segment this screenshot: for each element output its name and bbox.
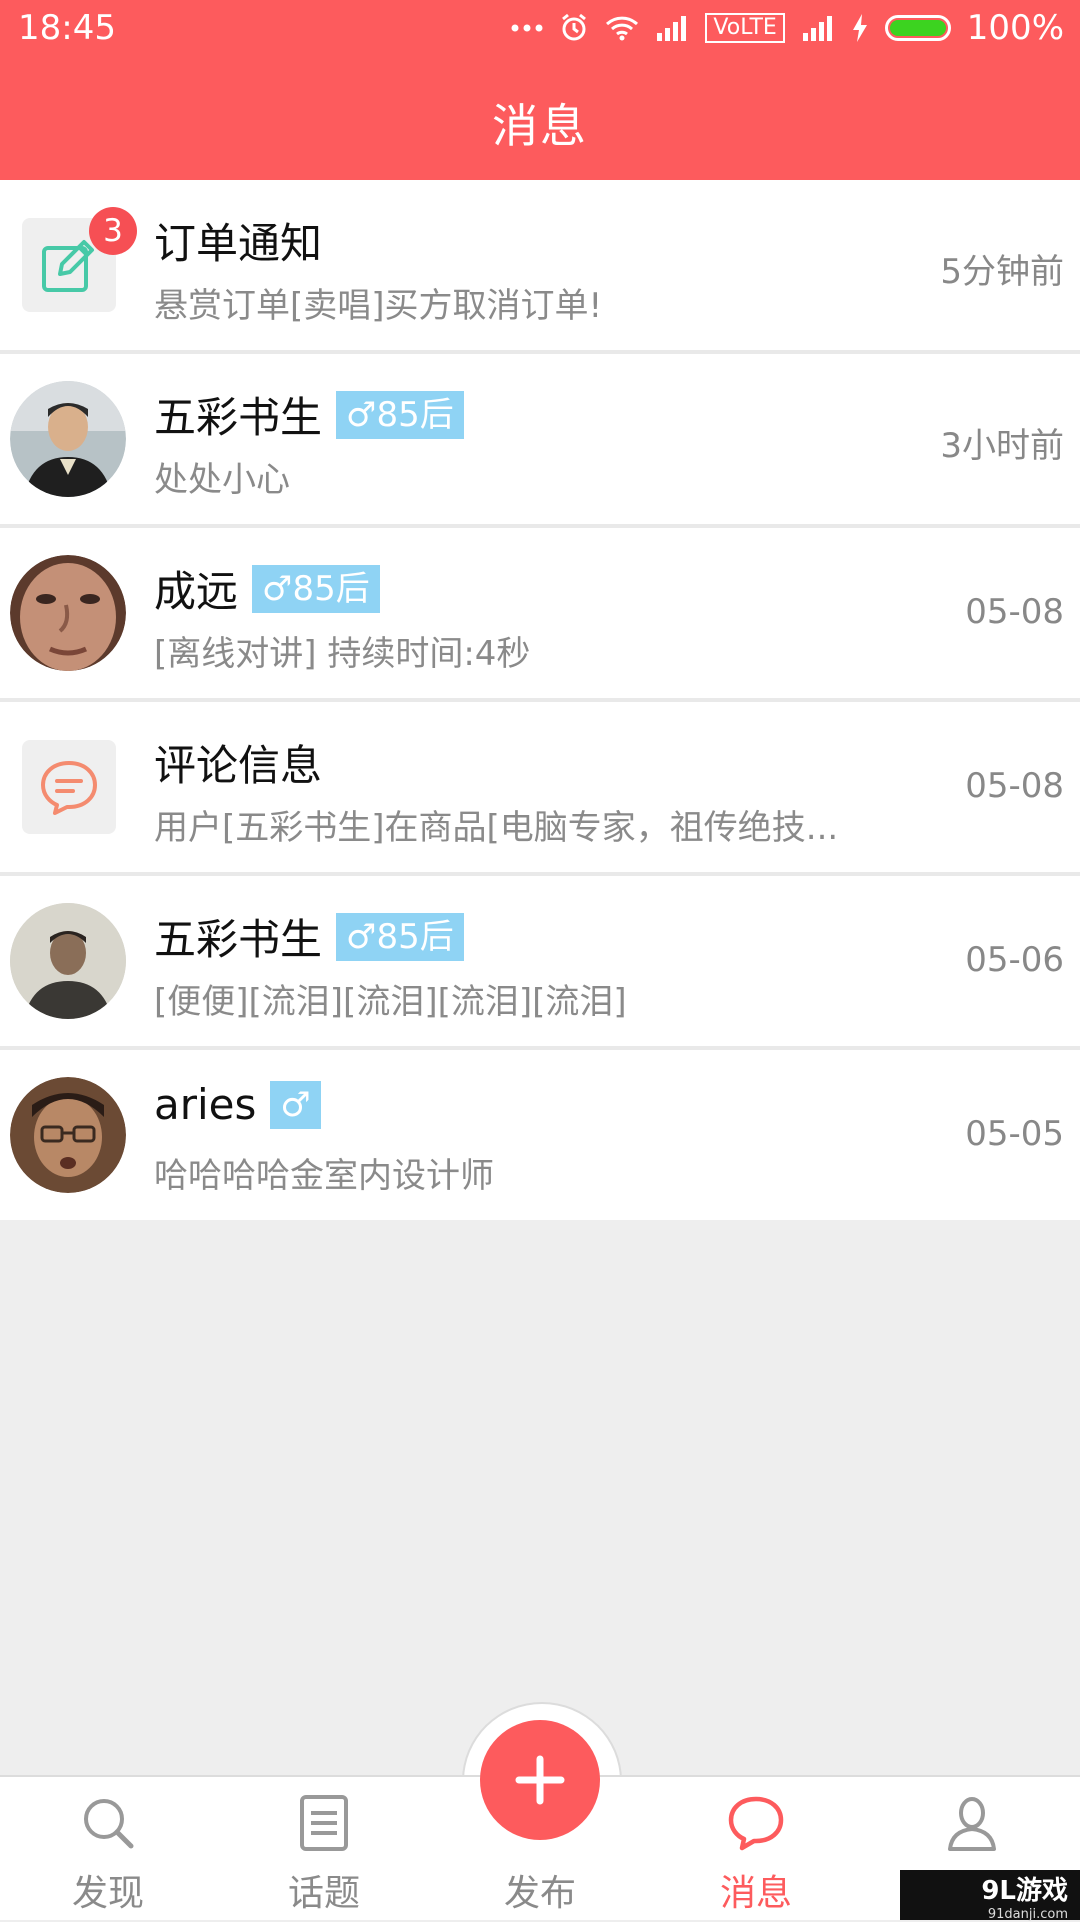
message-time: 05-06 [965,940,1064,980]
signal-icon [655,15,689,41]
watermark-brand: 9L游戏 [981,1876,1068,1906]
message-preview: 用户[五彩书生]在商品[电脑专家，祖传绝技... [154,808,839,848]
message-preview: 处处小心 [154,460,290,500]
avatar-photo [10,903,126,1019]
nav-label: 发现 [71,1873,144,1914]
message-time: 05-05 [965,1114,1064,1154]
top-bar: 18:45 VoLTE 100% 消息 [0,0,1080,180]
nav-label: 话题 [287,1873,360,1914]
message-title: aries [154,1080,257,1129]
edit-icon [42,240,94,292]
avatar[interactable] [10,555,126,671]
gender-tag: ♂ [270,1080,321,1129]
avatar[interactable] [10,1077,126,1193]
watermark-logo: 9L游戏 91danji.com [900,1870,1080,1922]
person-icon [948,1797,996,1851]
message-row-user[interactable]: 五彩书生 ♂85后 处处小心 3小时前 [0,354,1080,528]
status-icons: VoLTE 100% [511,8,1064,48]
message-list: 3 订单通知 悬赏订单[卖唱]买方取消订单! 5分钟前 五彩书生 ♂85后 处处… [0,180,1080,1220]
nav-label: 消息 [719,1873,792,1914]
wifi-icon [605,15,639,41]
nav-topics[interactable]: 话题 [216,1777,432,1920]
nav-discover[interactable]: 发现 [0,1777,216,1920]
message-title: 成远 [154,567,239,616]
plus-icon [515,1755,565,1805]
status-time: 18:45 [18,8,116,48]
message-row-order-notice[interactable]: 3 订单通知 悬赏订单[卖唱]买方取消订单! 5分钟前 [0,180,1080,354]
message-time: 5分钟前 [940,252,1064,292]
message-row-user[interactable]: 成远 ♂85后 [离线对讲] 持续时间:4秒 05-08 [0,528,1080,702]
message-row-comment-notice[interactable]: 评论信息 用户[五彩书生]在商品[电脑专家，祖传绝技... 05-08 [0,702,1080,876]
message-time: 05-08 [965,592,1064,632]
list-icon [300,1795,348,1851]
message-title: 五彩书生 [154,393,323,442]
nav-messages[interactable]: 消息 [648,1777,864,1920]
message-title: 五彩书生 [154,915,323,964]
search-icon [84,1799,134,1849]
message-preview: 哈哈哈哈金室内设计师 [154,1156,494,1196]
battery-fill [889,20,946,36]
message-title: 评论信息 [154,741,323,790]
message-preview: 悬赏订单[卖唱]买方取消订单! [154,286,603,326]
message-time: 05-08 [965,766,1064,806]
more-dots-icon [511,22,543,34]
comment-icon-tile [22,740,116,834]
gender-age-tag: ♂85后 [252,564,380,613]
avatar[interactable] [10,381,126,497]
charging-icon [851,14,869,42]
avatar-photo [10,555,126,671]
message-row-user[interactable]: 五彩书生 ♂85后 [便便][流泪][流泪][流泪][流泪] 05-06 [0,876,1080,1050]
message-time: 3小时前 [940,426,1064,466]
publish-button[interactable] [480,1720,600,1840]
gender-age-tag: ♂85后 [336,390,464,439]
message-title: 订单通知 [154,219,323,268]
volte-label: VoLTE [705,13,785,43]
message-row-user[interactable]: aries ♂ 哈哈哈哈金室内设计师 05-05 [0,1050,1080,1220]
comment-icon [41,761,97,815]
page-title: 消息 [492,99,588,153]
signal-icon [801,15,835,41]
avatar[interactable] [10,903,126,1019]
gender-age-tag: ♂85后 [336,912,464,961]
message-preview: [便便][流泪][流泪][流泪][流泪] [154,982,627,1022]
battery-icon [884,15,951,41]
battery-percent: 100% [966,8,1064,48]
unread-badge: 3 [89,207,137,255]
alarm-icon [559,13,589,43]
avatar-photo [10,1077,126,1193]
nav-label: 发布 [503,1873,576,1914]
chat-bubble-icon [728,1796,784,1851]
avatar-photo [10,381,126,497]
status-bar: 18:45 VoLTE 100% [0,0,1080,60]
message-preview: [离线对讲] 持续时间:4秒 [154,634,531,674]
